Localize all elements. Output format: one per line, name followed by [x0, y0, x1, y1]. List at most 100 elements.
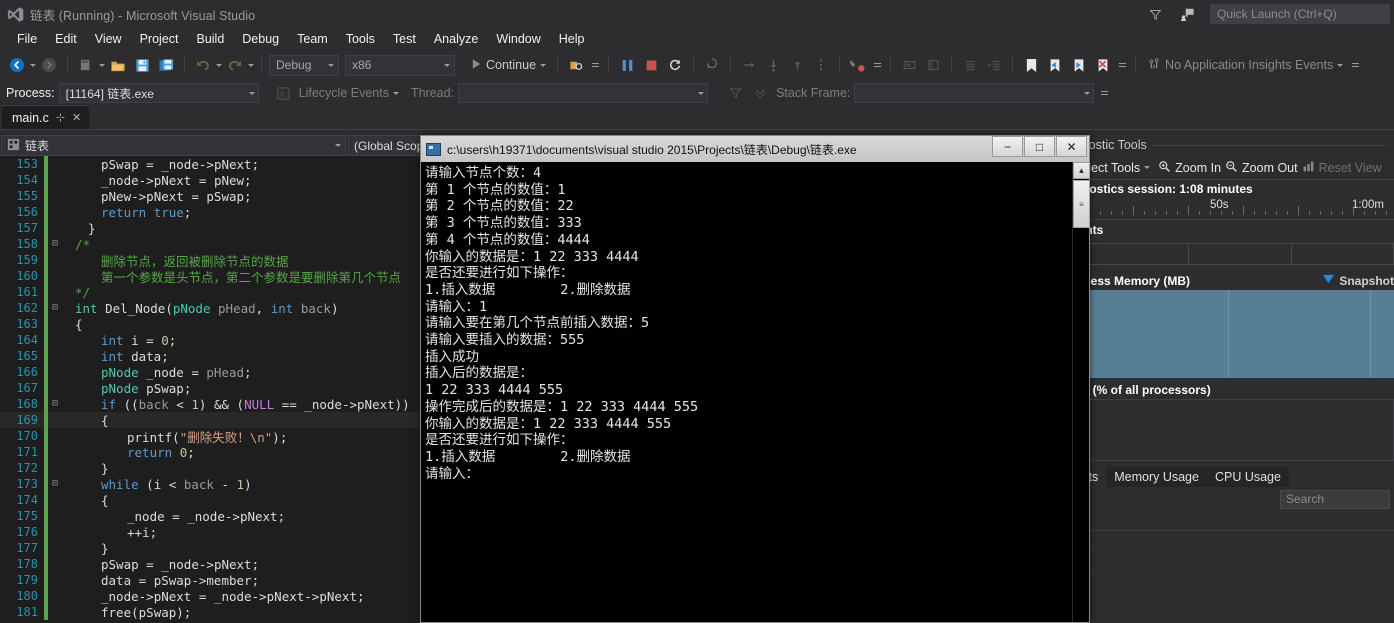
console-scroll-up-button[interactable]: ▲ [1073, 162, 1090, 179]
menu-tools[interactable]: Tools [337, 30, 384, 48]
project-scope-combo[interactable]: 链表 [1, 135, 346, 156]
menu-analyze[interactable]: Analyze [425, 30, 487, 48]
console-title-bar[interactable]: c:\users\h19371\documents\visual studio … [421, 136, 1089, 162]
tab-cpu-usage[interactable]: CPU Usage [1207, 467, 1289, 487]
restart-icon[interactable] [664, 54, 686, 76]
process-memory-graph[interactable] [1086, 290, 1394, 378]
collapse-icon[interactable]: ⊟ [48, 396, 62, 412]
navigate-forward-icon[interactable] [38, 54, 60, 76]
new-project-dropdown-icon[interactable] [99, 64, 105, 67]
chevron-down-icon [1337, 64, 1343, 67]
menu-view[interactable]: View [86, 30, 131, 48]
process-combo[interactable]: [11164] 链表.exe [59, 83, 259, 103]
continue-button[interactable]: Continue [467, 58, 550, 73]
new-project-icon[interactable] [75, 54, 97, 76]
events-table-row[interactable] [1050, 531, 1394, 551]
attach-to-process-icon[interactable] [565, 54, 587, 76]
lifecycle-dropdown-icon[interactable] [393, 92, 399, 95]
events-section-header[interactable]: Events [1050, 220, 1394, 239]
chevron-down-icon [328, 64, 334, 67]
reset-view-button[interactable]: Reset View [1302, 160, 1382, 176]
filter-icon[interactable] [724, 82, 746, 104]
decrease-indent-icon[interactable] [959, 54, 981, 76]
redo-dropdown-icon[interactable] [248, 64, 254, 67]
next-bookmark-icon[interactable] [1068, 54, 1090, 76]
solution-platform-combo[interactable]: x86 [345, 55, 455, 76]
app-insights-button[interactable]: No Application Insights Events [1143, 57, 1347, 74]
uncomment-block-icon[interactable] [922, 54, 944, 76]
events-search-input[interactable]: Search [1280, 490, 1390, 509]
menu-project[interactable]: Project [131, 30, 188, 48]
memory-section-header[interactable]: Process Memory (MB) Snapshot [1050, 271, 1394, 290]
take-snapshot-button[interactable]: Snapshot [1322, 274, 1394, 288]
line-number: 177 [0, 541, 44, 555]
debug-toolbar-overflow-icon[interactable] [1098, 90, 1110, 96]
save-icon[interactable] [131, 54, 153, 76]
ruler-tick [1199, 211, 1200, 215]
collapse-icon[interactable]: ⊟ [48, 236, 62, 252]
quick-launch-input[interactable]: Quick Launch (Ctrl+Q) [1210, 4, 1390, 24]
menu-team[interactable]: Team [288, 30, 337, 48]
collapse-icon[interactable]: ⊟ [48, 300, 62, 316]
undo-dropdown-icon[interactable] [216, 64, 222, 67]
thread-combo[interactable] [458, 83, 708, 103]
show-next-statement-icon[interactable] [701, 54, 723, 76]
cpu-section-header[interactable]: CPU (% of all processors) [1050, 380, 1394, 399]
menu-help[interactable]: Help [550, 30, 594, 48]
menu-window[interactable]: Window [487, 30, 549, 48]
hexadecimal-display-icon[interactable]: % [847, 54, 869, 76]
clear-bookmarks-icon[interactable] [1092, 54, 1114, 76]
maximize-button[interactable]: □ [1024, 136, 1055, 157]
minimize-button[interactable]: − [992, 136, 1023, 157]
zoom-out-button[interactable]: Zoom Out [1225, 160, 1298, 176]
toggle-bookmark-icon[interactable] [1020, 54, 1042, 76]
increase-indent-icon[interactable] [983, 54, 1005, 76]
navigate-back-dropdown-icon[interactable] [30, 64, 36, 67]
step-into-icon[interactable] [762, 54, 784, 76]
close-button[interactable]: ✕ [1056, 136, 1087, 157]
break-all-icon[interactable] [616, 54, 638, 76]
lifecycle-events-label[interactable]: Lifecycle Events [299, 86, 389, 100]
diagnostics-timeline-ruler[interactable]: 50s 1:00m [1050, 198, 1394, 220]
notification-funnel-icon[interactable] [1146, 5, 1164, 23]
save-all-icon[interactable] [155, 54, 177, 76]
menu-debug[interactable]: Debug [233, 30, 288, 48]
stop-debugging-icon[interactable] [640, 54, 662, 76]
stack-frame-combo[interactable] [854, 83, 1094, 103]
step-more-icon[interactable] [810, 54, 832, 76]
step-over-icon[interactable] [738, 54, 760, 76]
events-table-row[interactable] [1050, 551, 1394, 571]
comment-block-icon[interactable] [898, 54, 920, 76]
toolbar-overflow-icon[interactable] [1349, 62, 1361, 68]
pin-icon[interactable]: ⊹ [56, 111, 65, 124]
undo-icon[interactable] [192, 54, 214, 76]
console-scrollbar[interactable]: ▲ ≡ [1072, 162, 1089, 622]
hex-overflow-icon[interactable] [871, 62, 883, 68]
console-scrollbar-thumb[interactable]: ≡ [1073, 180, 1090, 228]
menu-build[interactable]: Build [187, 30, 233, 48]
events-lane-track[interactable] [1086, 243, 1394, 265]
cpu-usage-graph[interactable] [1086, 399, 1394, 461]
document-tab-main-c[interactable]: main.c ⊹ ✕ [2, 105, 89, 129]
stack-frame-icon[interactable] [750, 82, 772, 104]
feedback-icon[interactable] [1178, 5, 1196, 23]
solution-configuration-combo[interactable]: Debug [269, 55, 339, 76]
previous-bookmark-icon[interactable] [1044, 54, 1066, 76]
close-icon[interactable]: ✕ [72, 111, 81, 124]
menu-file[interactable]: File [8, 30, 46, 48]
lifecycle-events-icon[interactable]: E [273, 82, 295, 104]
zoom-in-button[interactable]: Zoom In [1158, 160, 1221, 176]
redo-icon[interactable] [224, 54, 246, 76]
navigate-back-icon[interactable] [6, 54, 28, 76]
tab-memory-usage[interactable]: Memory Usage [1106, 467, 1207, 487]
bookmark-overflow-icon[interactable] [1116, 62, 1128, 68]
step-out-icon[interactable] [786, 54, 808, 76]
open-file-icon[interactable] [107, 54, 129, 76]
attach-overflow-icon[interactable] [589, 62, 601, 68]
collapse-icon[interactable]: ⊟ [48, 476, 62, 492]
console-window[interactable]: c:\users\h19371\documents\visual studio … [420, 135, 1090, 623]
ruler-tick [1309, 211, 1310, 215]
change-marker [44, 444, 48, 460]
menu-edit[interactable]: Edit [46, 30, 86, 48]
menu-test[interactable]: Test [384, 30, 425, 48]
